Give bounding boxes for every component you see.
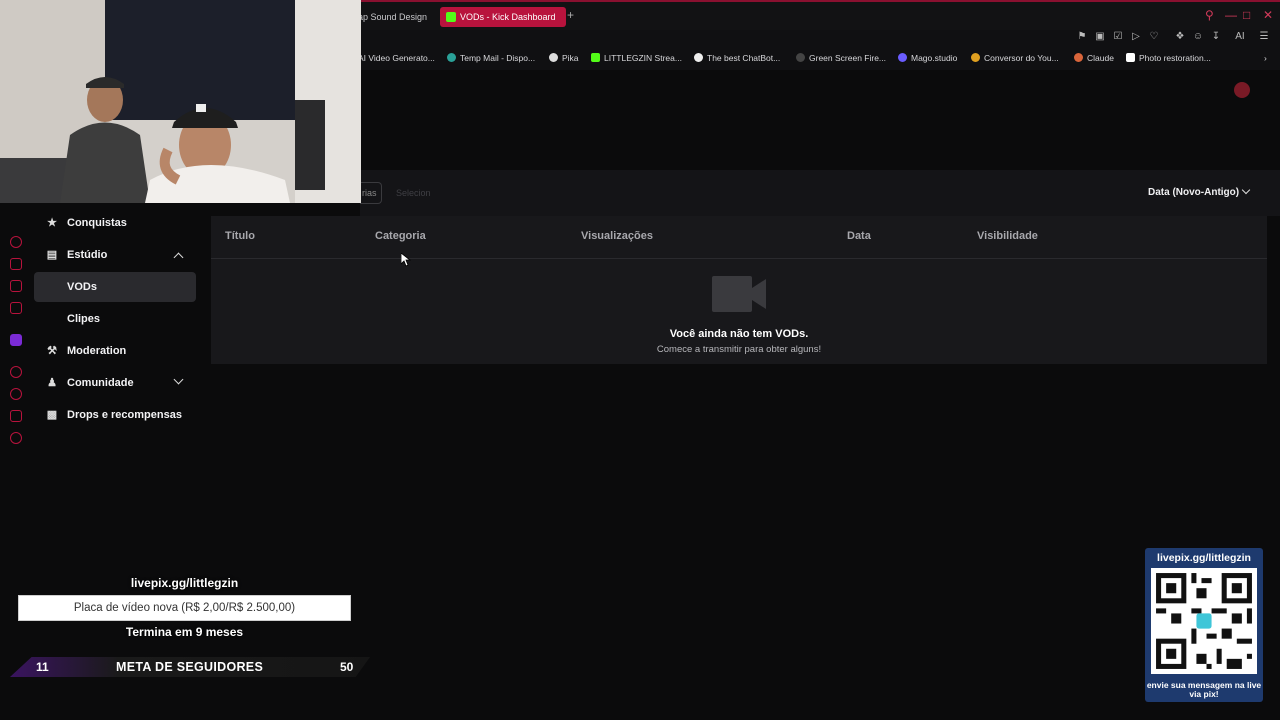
qr-message: envie sua mensagem na live via pix! [1146, 680, 1262, 699]
column-visibility[interactable]: Visibilidade [977, 230, 1038, 242]
empty-state-title: Você ainda não tem VODs. [669, 328, 809, 340]
maximize-icon[interactable]: □ [1243, 8, 1250, 22]
livepix-url-label: livepix.gg/littlegzin [130, 576, 239, 590]
bookmark-icon[interactable]: ⚑ [1076, 31, 1088, 43]
converter-icon [971, 53, 980, 62]
settings-icon[interactable] [10, 432, 22, 444]
wrench-icon: ⚒ [47, 345, 57, 357]
sidebar-item-label: Estúdio [67, 249, 108, 261]
profile-icon[interactable]: ☺ [1192, 31, 1204, 43]
bookmark-item[interactable]: Pika [549, 53, 579, 63]
sidebar-item-label: Comunidade [67, 377, 134, 389]
sidebar-item-label: Conquistas [67, 217, 127, 229]
sidebar-item-conquistas[interactable]: ★ Conquistas [34, 208, 196, 238]
kick-icon [591, 53, 600, 62]
rail-icon[interactable] [10, 302, 22, 314]
tab-sound-design[interactable]: ap Sound Design [358, 7, 427, 27]
twitch-icon[interactable] [10, 334, 22, 346]
green-screen-icon [796, 53, 805, 62]
play-icon[interactable]: ▷ [1130, 31, 1142, 43]
bookmark-item[interactable]: Photo restoration... [1126, 53, 1211, 63]
tab-label: VODs - Kick Dashboard [460, 12, 556, 22]
rail-icon[interactable] [10, 236, 22, 248]
bookmark-item[interactable]: LITTLEGZIN Strea... [591, 53, 682, 63]
follower-goal-label: META DE SEGUIDORES [116, 660, 264, 674]
qr-code-icon [1151, 568, 1257, 674]
avatar[interactable] [1234, 82, 1250, 98]
sidebar-item-drops[interactable]: ▩ Drops e recompensas [34, 400, 196, 430]
sidebar-item-label: Moderation [67, 345, 127, 357]
extensions-icon[interactable]: ❖ [1174, 31, 1186, 43]
follower-current-count: 11 [36, 660, 49, 674]
sidebar-item-label: VODs [67, 281, 97, 293]
photo-restoration-icon [1126, 53, 1135, 62]
tab-vods-kick-dashboard[interactable]: VODs - Kick Dashboard [440, 7, 566, 27]
sidebar-item-label: Drops e recompensas [67, 409, 182, 421]
bookmark-item[interactable]: Conversor do You... [971, 53, 1059, 63]
gift-icon: ▩ [46, 409, 58, 421]
chatbot-icon [694, 53, 703, 62]
mouse-cursor-icon [401, 253, 411, 267]
claude-icon [1074, 53, 1083, 62]
rail-icon[interactable] [10, 410, 22, 422]
mago-icon [898, 53, 907, 62]
sidebar-item-estudio[interactable]: ▤ Estúdio [34, 240, 196, 270]
sidebar-item-label: Clipes [67, 313, 101, 325]
download-icon[interactable]: ↧ [1210, 31, 1222, 43]
column-date[interactable]: Data [847, 230, 871, 242]
bookmark-item[interactable]: Green Screen Fire... [796, 53, 886, 63]
search-icon[interactable]: ⚲ [1205, 8, 1214, 22]
bookmark-item[interactable]: AI Video Generato... [358, 53, 435, 63]
clock-icon[interactable] [10, 388, 22, 400]
sort-dropdown[interactable]: Data (Novo-Antigo) [1140, 182, 1257, 204]
studio-icon: ▤ [46, 249, 58, 261]
bookmark-item[interactable]: Temp Mail - Dispo... [447, 53, 535, 63]
chevron-down-icon [1241, 185, 1251, 195]
empty-state-subtitle: Comece a transmitir para obter alguns! [656, 344, 822, 355]
sidebar-item-moderation[interactable]: ⚒ Moderation [34, 336, 196, 366]
new-tab-button[interactable]: + [567, 8, 574, 22]
livepix-qr-card: livepix.gg/littlegzin envie sua mensagem… [1145, 548, 1263, 702]
sort-label: Data (Novo-Antigo) [1148, 187, 1240, 198]
shield-icon[interactable]: ☑ [1112, 31, 1124, 43]
table-header: Título Categoria Visualizações Data Visi… [211, 216, 1267, 259]
close-icon[interactable]: ✕ [1263, 8, 1273, 22]
heart-icon[interactable]: ♡ [1148, 31, 1160, 43]
chevron-down-icon [173, 374, 184, 385]
video-camera-icon [712, 276, 766, 312]
more-bookmarks-icon[interactable]: › [1264, 53, 1267, 63]
follower-goal-bar: 11 META DE SEGUIDORES 50 [10, 657, 370, 677]
bookmark-item[interactable]: Claude [1074, 53, 1114, 63]
menu-icon[interactable]: ☰ [1258, 31, 1270, 43]
temp-mail-icon [447, 53, 456, 62]
donation-goal-box: Placa de vídeo nova (R$ 2,00/R$ 2.500,00… [18, 595, 351, 621]
qr-title: livepix.gg/littlegzin [1157, 552, 1251, 564]
rail-icon[interactable] [10, 258, 22, 270]
pika-icon [549, 53, 558, 62]
ai-button[interactable]: AI [1230, 31, 1250, 43]
sidebar-item-clipes[interactable]: Clipes [34, 304, 196, 334]
column-title[interactable]: Título [225, 230, 255, 242]
goal-ends-label: Termina em 9 meses [125, 625, 244, 639]
minimize-icon[interactable]: — [1225, 8, 1237, 22]
search-input[interactable]: rias [360, 182, 382, 204]
sidebar-item-vods[interactable]: VODs [34, 272, 196, 302]
rail-icon[interactable] [10, 366, 22, 378]
category-filter[interactable]: Selecion [396, 188, 431, 198]
column-category[interactable]: Categoria [375, 230, 426, 242]
kick-logo-icon [446, 12, 456, 22]
column-views[interactable]: Visualizações [581, 230, 653, 242]
chevron-up-icon [173, 252, 184, 263]
rail-icon[interactable] [10, 280, 22, 292]
follower-target-count: 50 [340, 660, 354, 674]
sidebar-item-comunidade[interactable]: ♟ Comunidade [34, 368, 196, 398]
webcam-overlay [0, 0, 361, 203]
vods-table: Título Categoria Visualizações Data Visi… [211, 216, 1267, 364]
bookmark-item[interactable]: Mago.studio [898, 53, 957, 63]
bookmark-item[interactable]: The best ChatBot... [694, 53, 780, 63]
trophy-icon: ★ [47, 217, 57, 229]
community-icon: ♟ [47, 377, 57, 389]
screenshot-icon[interactable]: ▣ [1094, 31, 1106, 43]
